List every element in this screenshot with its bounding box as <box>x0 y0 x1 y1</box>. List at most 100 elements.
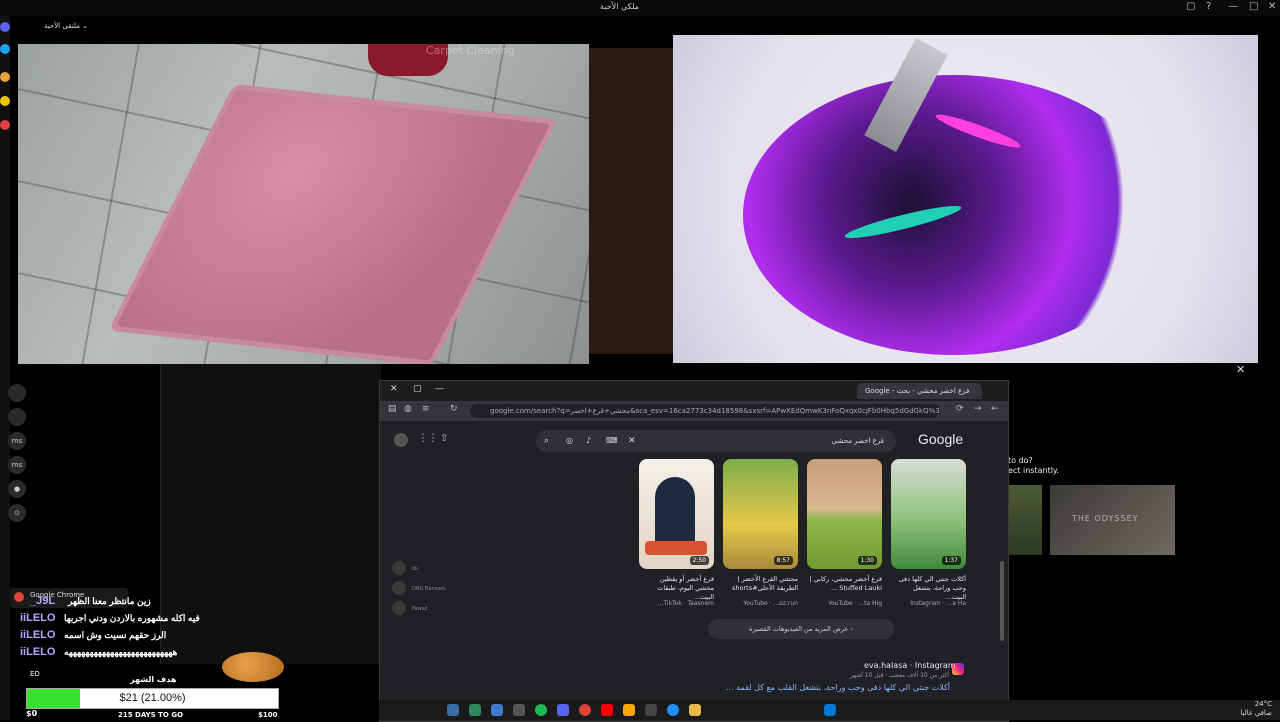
restore-icon[interactable]: ▢ <box>413 384 422 394</box>
result-source[interactable]: eva.halasa · Instagram <box>864 661 956 670</box>
goal-progress-bar: $21 (21.00%) <box>26 688 279 709</box>
keyboard-icon[interactable]: ⌨ <box>606 430 618 452</box>
video-thumbnail[interactable]: 2:50 <box>639 459 714 569</box>
reload-icon[interactable]: ⟳ <box>956 404 964 414</box>
forward-icon[interactable]: → <box>974 404 982 414</box>
search-input[interactable]: ⌕ ◎ ♪ ⌨ ✕ قرع اخضر محشي <box>536 430 896 452</box>
bread-emote <box>222 652 284 682</box>
profile-icon[interactable]: ◍ <box>404 404 412 414</box>
system-clock[interactable]: 24°C صافي غالبا <box>1240 700 1272 718</box>
video-source: Instagram · ...a Ha <box>910 600 966 607</box>
server-icon[interactable]: ● <box>8 480 26 498</box>
edge-icon[interactable] <box>667 704 679 716</box>
browser-toolbar: ▤ ◍ ≡ ↻ google.com/search?q=محشي+قرع+اخض… <box>380 401 1008 421</box>
video-source: TikTok · Taasnem... <box>657 600 714 607</box>
settings-icon[interactable] <box>447 704 459 716</box>
background-panel <box>589 48 673 354</box>
side-name: ibi <box>412 566 418 572</box>
video-thumbnail[interactable]: 1:30 <box>807 459 882 569</box>
server-icon[interactable] <box>8 408 26 426</box>
search-query: قرع اخضر محشي <box>831 437 884 445</box>
lens-icon[interactable]: ◎ <box>566 430 573 452</box>
discord-icon[interactable] <box>557 704 569 716</box>
app-icon[interactable] <box>0 72 10 82</box>
spotify-icon[interactable] <box>535 704 547 716</box>
maximize-button[interactable]: □ <box>1249 1 1258 12</box>
server-icon[interactable]: ⊙ <box>8 504 26 522</box>
result-title[interactable]: أكلات جنتي الي كلها دفى وحب وراحة، بتشغل… <box>726 683 950 692</box>
back-icon[interactable]: ← <box>991 404 999 414</box>
side-text: to do? ect instantly. <box>1008 456 1059 476</box>
window-title: ملكي الأحبة <box>600 2 639 11</box>
share-icon[interactable]: ⇧ <box>440 433 448 444</box>
address-bar[interactable]: google.com/search?q=محشي+قرع+اخضر&sca_es… <box>470 404 940 418</box>
avatar[interactable] <box>392 581 406 595</box>
chat-message: فيه اكله مشهوره بالاردن ودني اجربها <box>64 613 200 623</box>
more-videos-button[interactable]: عرض المزيد من الفيديوهات القصيرة ‹ <box>708 619 894 639</box>
app-icon[interactable] <box>645 704 657 716</box>
discord-icon[interactable] <box>0 22 10 32</box>
thumbnail[interactable] <box>1008 485 1042 555</box>
chrome-icon[interactable] <box>579 704 591 716</box>
youtube-icon[interactable] <box>601 704 613 716</box>
minimize-button[interactable]: — <box>1228 1 1238 12</box>
paint-video[interactable] <box>673 35 1258 363</box>
close-button[interactable]: ✕ <box>1268 1 1276 12</box>
menu-icon[interactable]: ≡ <box>422 404 430 414</box>
tab-google-search[interactable]: Google - فرع اخضر محشي - بحث <box>857 383 982 399</box>
video-watermark: Carpet Cleaning <box>426 44 515 57</box>
app-icon[interactable] <box>513 704 525 716</box>
file-explorer-icon[interactable] <box>689 704 701 716</box>
extensions-icon[interactable]: ▤ <box>388 404 397 414</box>
video-caption[interactable]: محشي القرع الأخضر | الطريقة الأحلى#short… <box>723 575 798 593</box>
chat-username: iiLELO <box>20 646 56 658</box>
streamer-name: ED <box>30 670 40 678</box>
help-icon[interactable]: ? <box>1206 1 1211 12</box>
close-icon[interactable]: ✕ <box>1236 363 1245 376</box>
mic-icon[interactable]: ♪ <box>586 430 591 452</box>
video-caption[interactable]: قرع أخضر محشي، ركابي | Stuffed Lauki ... <box>807 575 882 593</box>
video-duration: 2:50 <box>689 556 709 565</box>
google-logo[interactable]: Google <box>918 431 963 447</box>
app-icon[interactable] <box>0 44 10 54</box>
odyssey-thumbnail[interactable]: THE ODYSSEY <box>1050 485 1175 555</box>
windows-start-icon[interactable] <box>824 704 836 716</box>
reload-icon[interactable]: ↻ <box>450 404 458 414</box>
url-text: google.com/search?q=محشي+قرع+اخضر&sca_es… <box>490 407 940 415</box>
search-icon[interactable]: ⌕ <box>544 430 549 452</box>
app-icon[interactable] <box>623 704 635 716</box>
tab-title: Google - فرع اخضر محشي - بحث <box>865 387 970 395</box>
video-caption[interactable]: قرع أخضر أو يقطين محشي اليوم، طبقات البي… <box>639 575 714 602</box>
app-icon[interactable] <box>0 96 10 106</box>
server-tab-label: ملتقى الأحبة <box>44 22 80 30</box>
chat-message: زين مانتظر معنا الظهر <box>68 596 151 606</box>
app-icon[interactable] <box>491 704 503 716</box>
avatar[interactable] <box>392 561 406 575</box>
video-caption[interactable]: أكلات جنتي الي كلها دفى وحب وراحة، بتشغل… <box>891 575 966 602</box>
server-icon[interactable] <box>8 384 26 402</box>
scrollbar[interactable] <box>1000 561 1004 641</box>
chrome-window: ✕ ▢ — + Google - فرع اخضر محشي - بحث ▤ ◍… <box>379 380 1009 722</box>
goal-target: $100 <box>258 711 278 719</box>
result-meta: أكثر من 10 آلاف معجب · قبل 10 أشهر <box>850 672 950 679</box>
apps-grid-icon[interactable]: ⋮⋮ <box>418 433 438 444</box>
minimize-icon[interactable]: — <box>435 384 444 394</box>
carpet-video[interactable] <box>18 44 589 364</box>
app-icon[interactable] <box>0 120 10 130</box>
avatar[interactable] <box>392 601 406 615</box>
person-shape <box>655 477 695 547</box>
weather-text: صافي غالبا <box>1240 709 1272 717</box>
server-icon-ms[interactable]: ms <box>8 432 26 450</box>
avatar[interactable] <box>394 433 408 447</box>
layout-icon[interactable]: ▢ <box>1186 1 1195 12</box>
server-tab[interactable]: ملتقى الأحبة ⌄ <box>44 22 88 30</box>
chrome-icon <box>14 592 24 602</box>
clear-icon[interactable]: ✕ <box>628 430 636 452</box>
app-icon[interactable] <box>469 704 481 716</box>
video-thumbnail[interactable]: 1:37 <box>891 459 966 569</box>
server-icon-ms[interactable]: ms <box>8 456 26 474</box>
close-icon[interactable]: ✕ <box>390 384 398 394</box>
video-thumbnail[interactable]: 8:57 <box>723 459 798 569</box>
video-duration: 1:30 <box>857 556 877 565</box>
video-duration: 1:37 <box>941 556 961 565</box>
